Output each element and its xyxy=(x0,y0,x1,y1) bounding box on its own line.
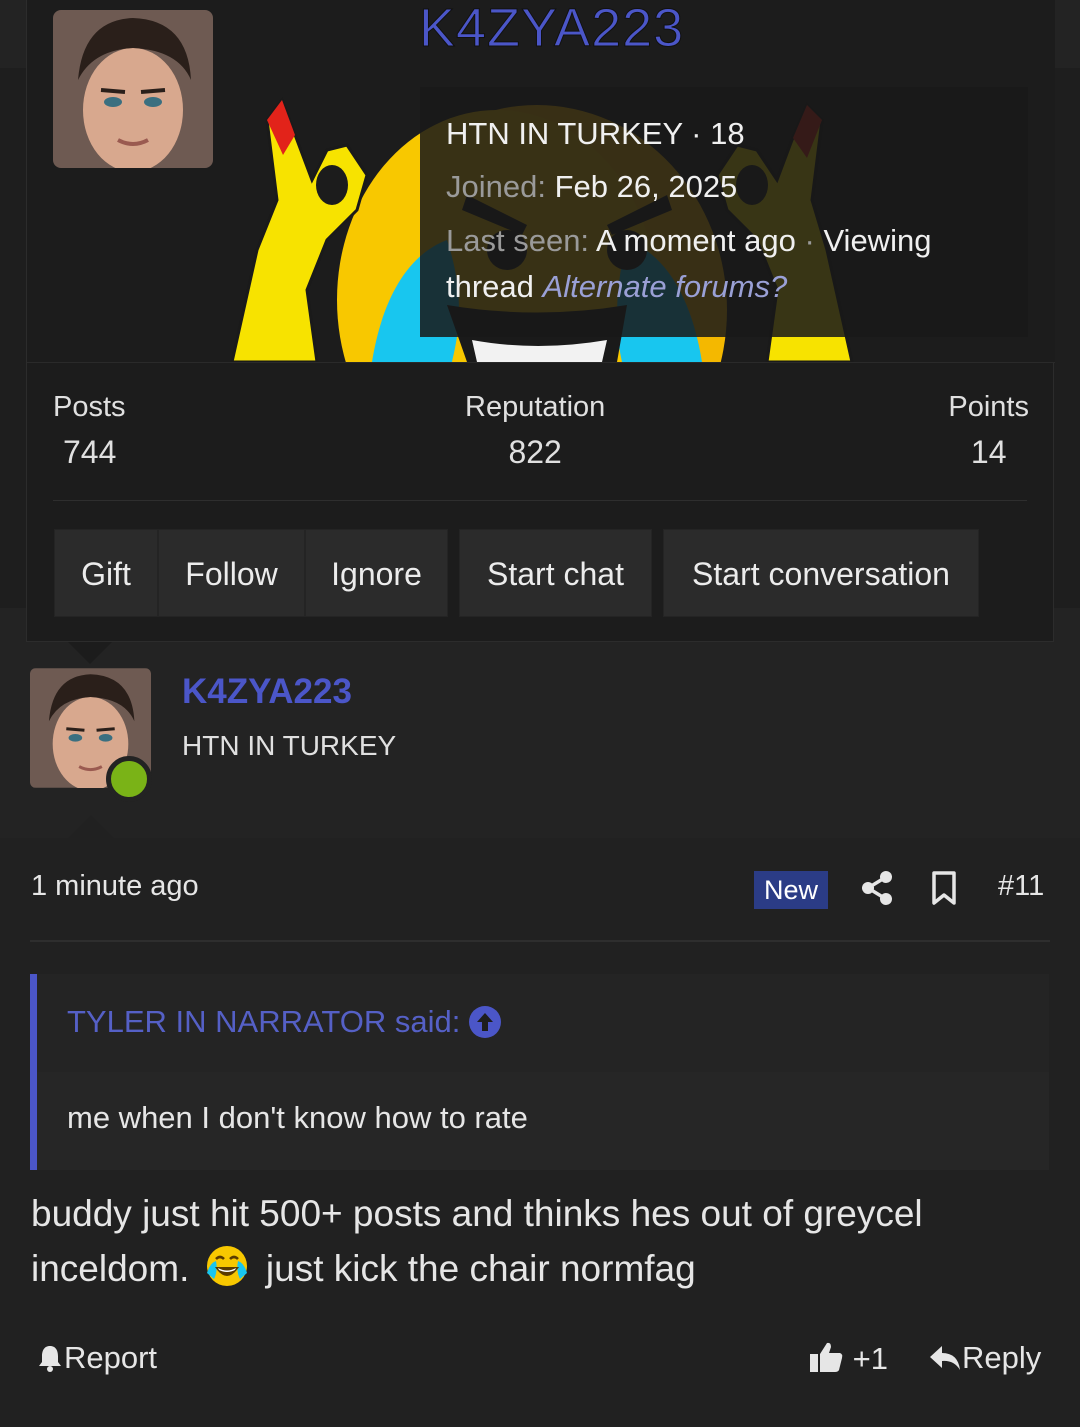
thumbs-up-icon xyxy=(808,1340,844,1382)
thread-label: thread xyxy=(446,269,534,304)
ignore-button[interactable]: Ignore xyxy=(305,529,448,617)
member-info-box: HTN IN TURKEY · 18 Joined: Feb 26, 2025 … xyxy=(420,87,1028,337)
post-timestamp[interactable]: 1 minute ago xyxy=(31,870,199,903)
bookmark-icon[interactable] xyxy=(930,870,958,906)
member-title-line: HTN IN TURKEY · 18 xyxy=(446,116,745,151)
stat-label: Points xyxy=(948,391,1029,423)
thread-line: thread Alternate forums? xyxy=(446,267,787,307)
post-author-name[interactable]: K4ZYA223 xyxy=(182,672,352,712)
new-badge: New xyxy=(754,871,828,909)
quote-text: me when I don't know how to rate xyxy=(67,1100,528,1135)
stat-reputation[interactable]: Reputation 822 xyxy=(465,391,605,471)
last-seen-label: Last seen: xyxy=(446,223,590,258)
avatar-face-image xyxy=(53,10,213,168)
last-seen-value: A moment ago xyxy=(595,223,796,258)
quote-header: TYLER IN NARRATOR said: xyxy=(37,974,1049,1072)
stat-posts[interactable]: Posts 744 xyxy=(53,391,126,471)
stat-value: 14 xyxy=(970,434,1007,470)
post-number-link[interactable]: #11 xyxy=(998,870,1044,903)
start-chat-button[interactable]: Start chat xyxy=(459,529,652,617)
post-pointer xyxy=(68,815,114,838)
report-label: Report xyxy=(64,1340,158,1375)
post-body-text-2: just kick the chair normfag xyxy=(265,1248,696,1289)
reply-icon xyxy=(928,1343,962,1381)
popup-pointer xyxy=(68,642,112,664)
quote-author-link[interactable]: TYLER IN NARRATOR said: xyxy=(67,1004,460,1040)
stat-points[interactable]: Points 14 xyxy=(948,391,1029,471)
like-button[interactable]: +1 xyxy=(808,1340,888,1382)
joined-label: Joined: xyxy=(446,169,546,204)
follow-button[interactable]: Follow xyxy=(158,529,305,617)
separator-dot: · xyxy=(804,223,815,258)
divider xyxy=(30,940,1050,942)
like-count: +1 xyxy=(852,1341,888,1376)
report-button[interactable]: Report xyxy=(36,1340,157,1381)
online-status-indicator xyxy=(106,756,152,802)
post-body: buddy just hit 500+ posts and thinks hes… xyxy=(31,1186,1031,1296)
bell-icon xyxy=(36,1343,64,1381)
joined-date: Feb 26, 2025 xyxy=(554,169,738,204)
reply-label: Reply xyxy=(962,1340,1042,1375)
last-seen-line: Last seen: A moment ago · Viewing xyxy=(446,221,931,261)
face-with-tears-of-joy-icon xyxy=(204,1243,250,1289)
divider xyxy=(53,500,1027,501)
start-conversation-button[interactable]: Start conversation xyxy=(663,529,979,617)
stat-label: Reputation xyxy=(465,391,606,423)
stat-value: 822 xyxy=(508,434,562,470)
viewing-thread-link[interactable]: Alternate forums? xyxy=(543,269,788,304)
stat-label: Posts xyxy=(53,391,126,423)
viewing-text: Viewing xyxy=(823,223,932,258)
reply-button[interactable]: Reply xyxy=(928,1340,1041,1381)
joined-line: Joined: Feb 26, 2025 xyxy=(446,167,737,207)
member-popup-card: K4ZYA223 HTN IN TURKEY · 18 Joined: Feb … xyxy=(26,0,1055,642)
quote-block: TYLER IN NARRATOR said: me when I don't … xyxy=(30,974,1049,1170)
gift-button[interactable]: Gift xyxy=(54,529,158,617)
popup-avatar[interactable] xyxy=(53,10,213,168)
member-stats: Posts 744 Reputation 822 Points 14 xyxy=(27,362,1055,503)
share-icon[interactable] xyxy=(860,870,894,906)
popup-username[interactable]: K4ZYA223 xyxy=(418,0,684,60)
stat-value: 744 xyxy=(63,434,117,470)
post-author-title: HTN IN TURKEY xyxy=(182,730,397,761)
arrow-up-icon[interactable] xyxy=(469,1006,501,1038)
